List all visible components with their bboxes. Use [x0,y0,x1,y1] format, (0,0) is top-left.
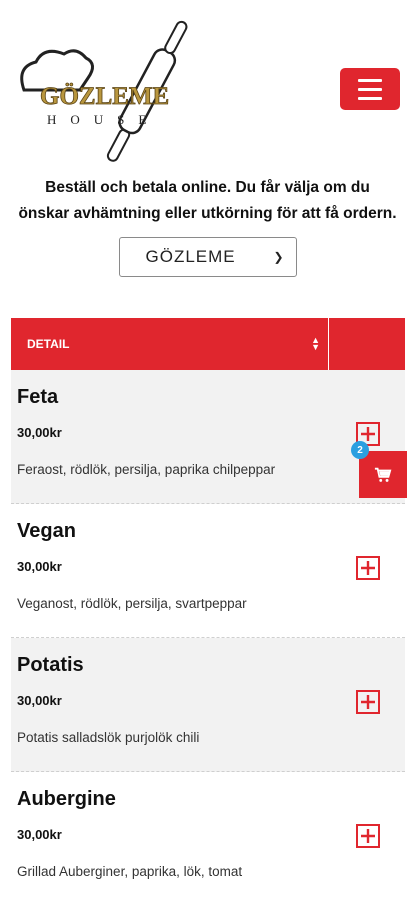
table-header: DETAIL ▲ ▼ [11,318,405,370]
sort-icon: ▲ ▼ [311,335,320,352]
table-row: Potatis 30,00kr Potatis salladslök purjo… [11,638,405,772]
item-description: Veganost, rödlök, persilja, svartpeppar [17,596,247,611]
add-item-button[interactable] [356,824,380,848]
plus-icon [361,829,375,843]
menu-items-list: Feta 30,00kr Feraost, rödlök, persilja, … [11,370,405,906]
site-header: GÖZLEME HOUSE [0,0,415,165]
cart-count-badge: 2 [351,441,369,459]
svg-text:GÖZLEME: GÖZLEME [40,83,169,110]
plus-icon [361,561,375,575]
table-row: Feta 30,00kr Feraost, rödlök, persilja, … [11,370,405,504]
item-price: 30,00kr [17,425,62,440]
item-name: Potatis [17,654,84,676]
plus-icon [361,695,375,709]
item-name: Feta [17,386,59,408]
chevron-down-icon: ❯ [273,250,284,264]
category-select-value: GÖZLEME [145,247,236,266]
item-price: 30,00kr [17,827,62,842]
hamburger-icon [358,78,382,82]
item-price: 30,00kr [17,559,62,574]
detail-column-header[interactable]: DETAIL ▲ ▼ [11,318,329,370]
item-description: Feraost, rödlök, persilja, paprika chilp… [17,462,276,477]
category-select[interactable]: GÖZLEME ❯ [118,237,297,277]
intro-text: Beställ och betala online. Du får välja … [18,179,397,222]
add-item-button[interactable] [356,690,380,714]
cart-icon [374,467,392,482]
floating-cart-button[interactable]: 2 [351,441,407,498]
item-price: 30,00kr [17,693,62,708]
item-description: Grillad Auberginer, paprika, lök, tomat [17,864,243,879]
item-name: Aubergine [17,788,116,810]
gozleme-house-logo[interactable]: GÖZLEME HOUSE [14,12,204,162]
table-row: Vegan 30,00kr Veganost, rödlök, persilja… [11,504,405,638]
menu-toggle-button[interactable] [340,68,400,110]
item-description: Potatis salladslök purjolök chili [17,730,200,745]
item-name: Vegan [17,520,76,542]
svg-text:HOUSE: HOUSE [47,112,160,127]
add-item-button[interactable] [356,556,380,580]
table-row: Aubergine 30,00kr Grillad Auberginer, pa… [11,772,405,906]
